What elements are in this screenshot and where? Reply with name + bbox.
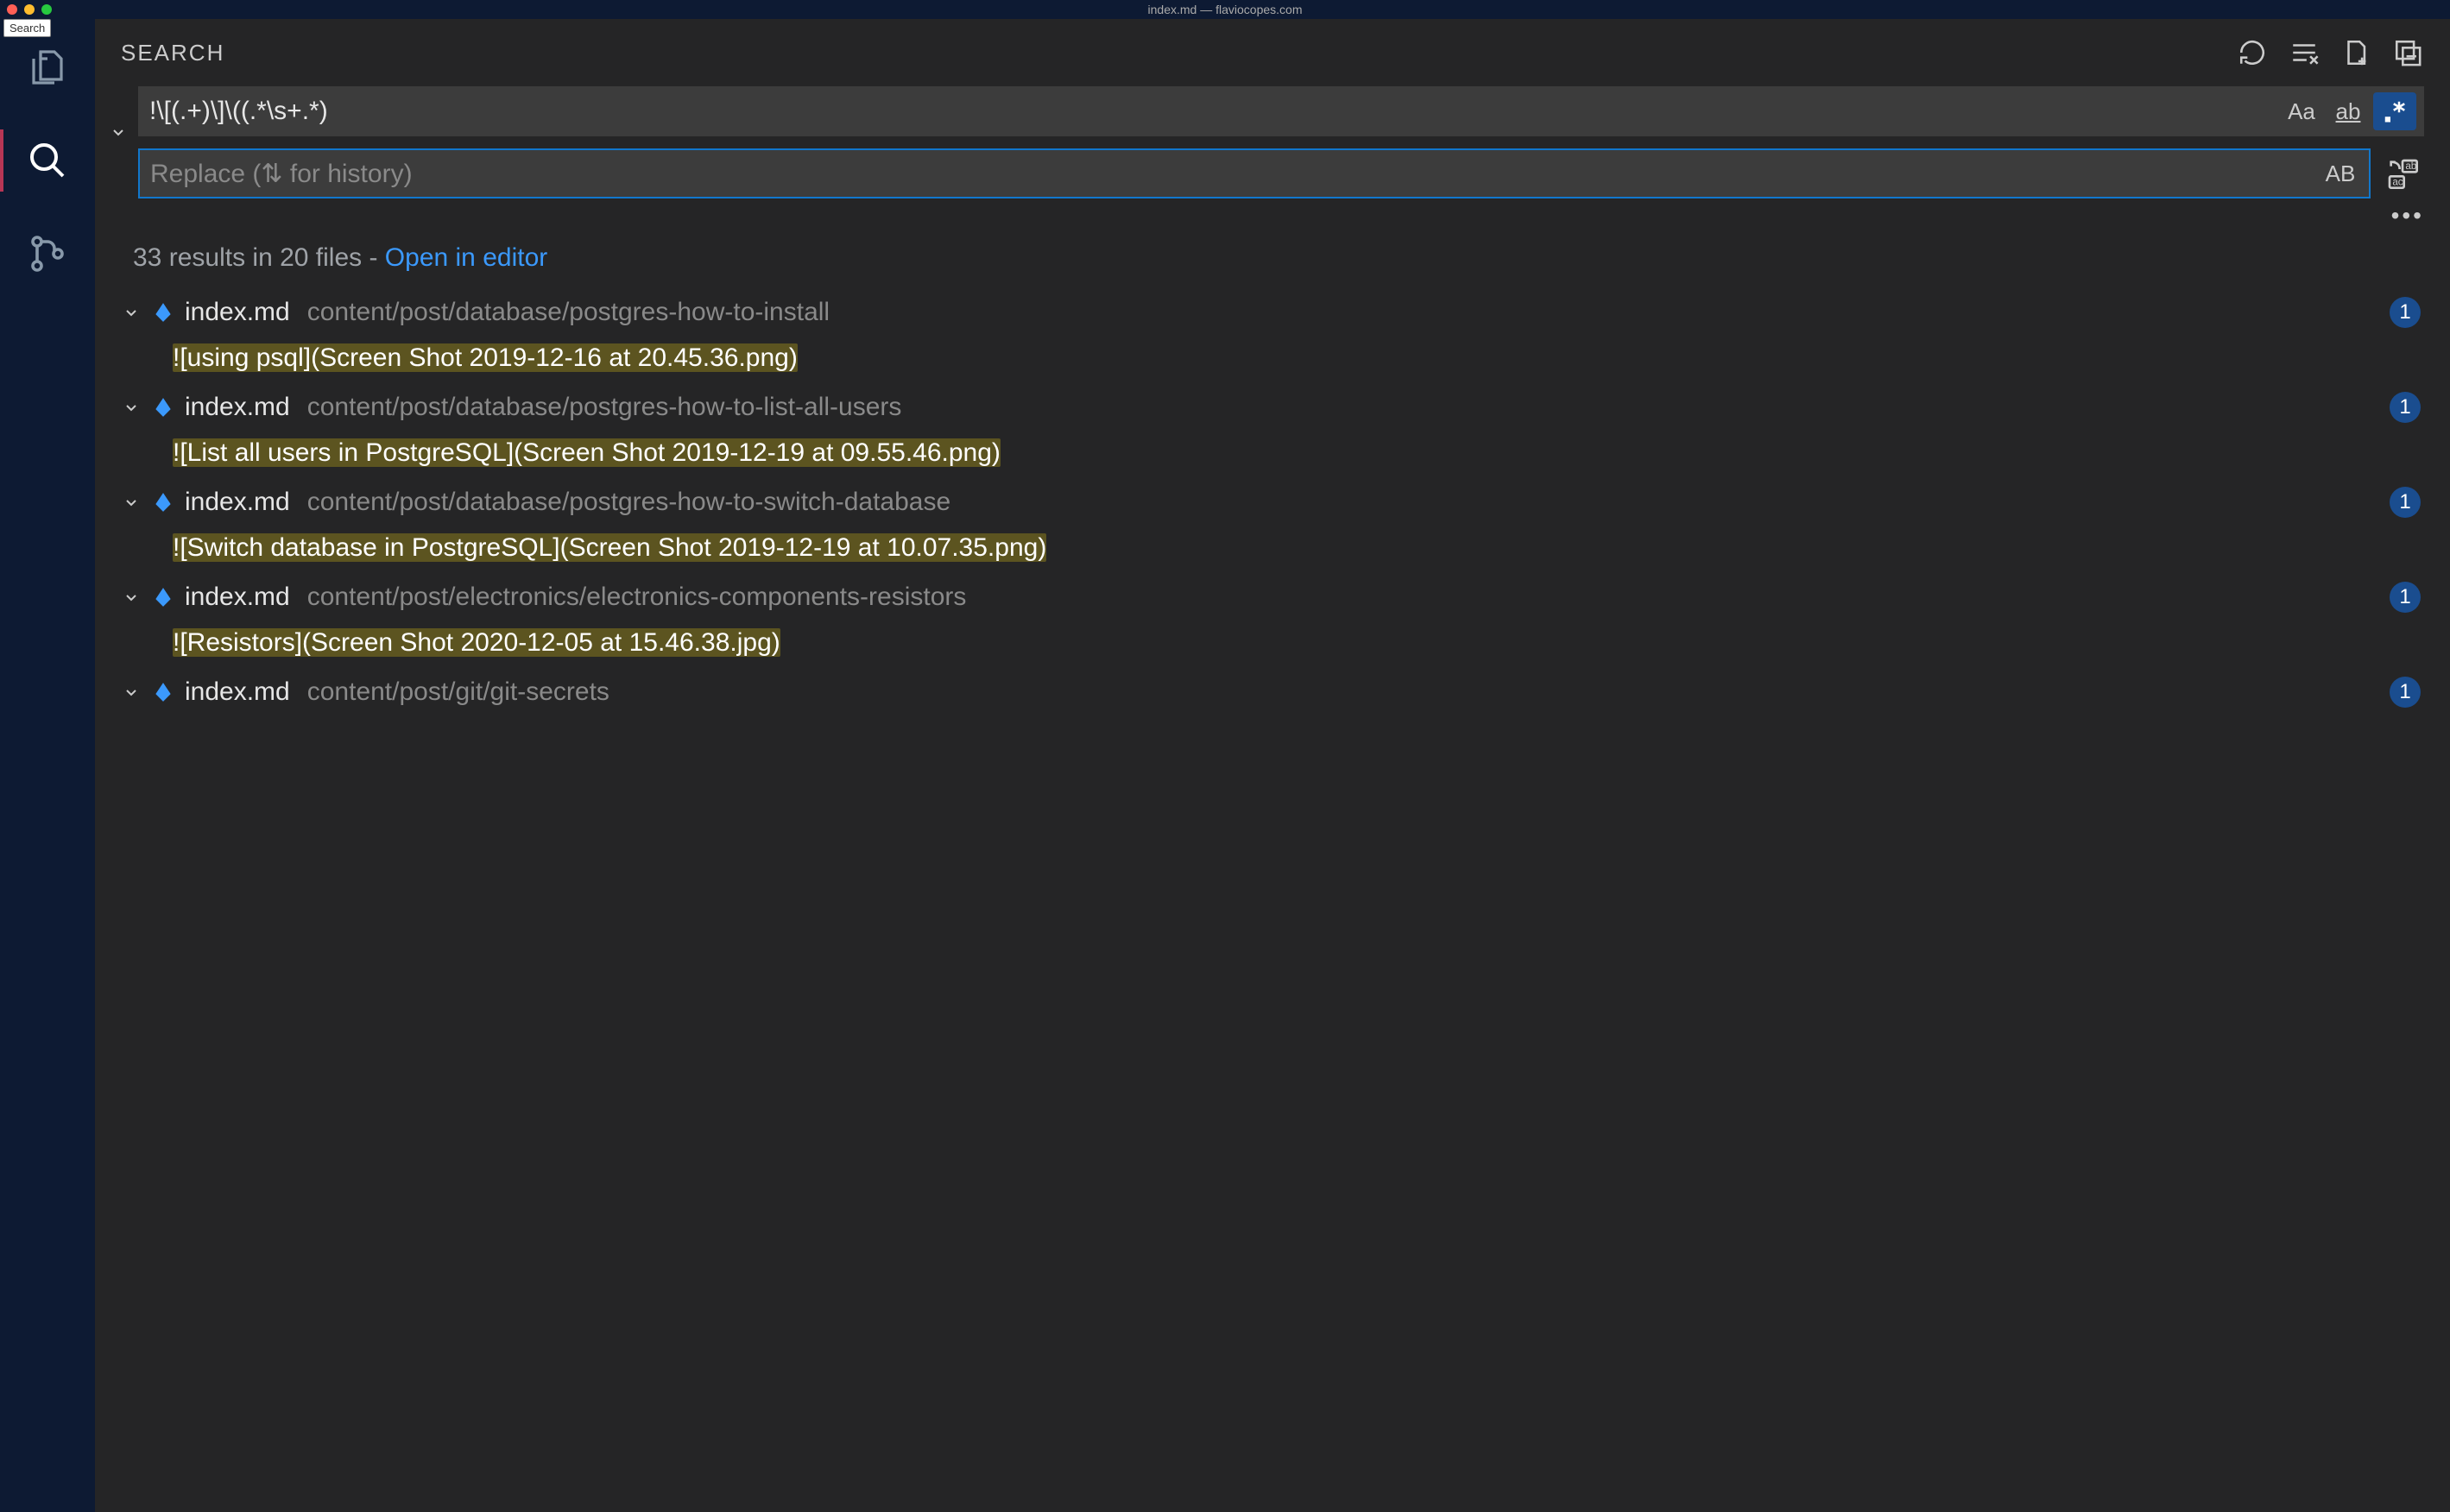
open-in-editor-link[interactable]: Open in editor <box>385 243 547 272</box>
panel-title: SEARCH <box>121 40 2236 66</box>
close-window-button[interactable] <box>7 4 17 15</box>
clear-results-icon[interactable] <box>2288 36 2321 69</box>
match-count-badge: 1 <box>2390 297 2421 328</box>
more-options-icon[interactable]: ••• <box>2391 202 2424 230</box>
svg-text:ac: ac <box>2392 176 2403 187</box>
activity-explorer[interactable] <box>23 43 72 91</box>
activity-bar <box>0 19 95 1512</box>
match-line[interactable]: ![Resistors](Screen Shot 2020-12-05 at 1… <box>104 621 2441 665</box>
maximize-window-button[interactable] <box>41 4 52 15</box>
file-group: index.md content/post/electronics/electro… <box>104 573 2441 665</box>
file-name: index.md <box>185 677 290 707</box>
chevron-down-icon <box>121 492 142 513</box>
match-count-badge: 1 <box>2390 392 2421 423</box>
match-highlight: ![List all users in PostgreSQL](Screen S… <box>173 438 1001 467</box>
preserve-case-toggle[interactable]: AB <box>2319 154 2362 192</box>
replace-input[interactable]: Replace (⇅ for history) AB <box>138 148 2371 198</box>
match-count-badge: 1 <box>2390 487 2421 518</box>
traffic-lights <box>7 4 52 15</box>
minimize-window-button[interactable] <box>24 4 35 15</box>
new-file-icon[interactable] <box>2339 36 2372 69</box>
search-input[interactable]: !\[(.+)\]\((.*\s+.*) Aa ab <box>138 86 2424 136</box>
chevron-down-icon <box>121 682 142 702</box>
chevron-down-icon <box>121 397 142 418</box>
file-path: content/post/git/git-secrets <box>307 677 2381 707</box>
match-case-toggle[interactable]: Aa <box>2280 92 2323 130</box>
file-name: index.md <box>185 393 290 422</box>
file-path: content/post/database/postgres-how-to-sw… <box>307 488 2381 517</box>
replace-all-icon[interactable]: ab ac <box>2381 148 2424 198</box>
file-name: index.md <box>185 298 290 327</box>
toggle-replace-icon[interactable] <box>104 86 133 178</box>
regex-toggle[interactable] <box>2373 92 2416 130</box>
match-line[interactable]: ![using psql](Screen Shot 2019-12-16 at … <box>104 337 2441 380</box>
svg-text:ab: ab <box>2405 161 2416 172</box>
window-title: index.md — flaviocopes.com <box>1148 3 1303 16</box>
file-path: content/post/electronics/electronics-com… <box>307 583 2381 612</box>
match-line[interactable]: ![List all users in PostgreSQL](Screen S… <box>104 432 2441 475</box>
file-path: content/post/database/postgres-how-to-li… <box>307 393 2381 422</box>
titlebar: index.md — flaviocopes.com <box>0 0 2450 19</box>
markdown-file-icon <box>150 584 176 610</box>
file-name: index.md <box>185 488 290 517</box>
file-group: index.md content/post/git/git-secrets 1 <box>104 668 2441 716</box>
results-summary: 33 results in 20 files - Open in editor <box>95 230 2450 280</box>
refresh-icon[interactable] <box>2236 36 2269 69</box>
match-count-badge: 1 <box>2390 677 2421 708</box>
file-group: index.md content/post/database/postgres-h… <box>104 383 2441 475</box>
file-path: content/post/database/postgres-how-to-in… <box>307 298 2381 327</box>
match-count-badge: 1 <box>2390 582 2421 613</box>
collapse-all-icon[interactable] <box>2391 36 2424 69</box>
search-panel: SEARCH <box>95 19 2450 1512</box>
file-header[interactable]: index.md content/post/electronics/electro… <box>104 573 2441 621</box>
results-list: index.md content/post/database/postgres-h… <box>95 280 2450 1512</box>
file-header[interactable]: index.md content/post/database/postgres-h… <box>104 383 2441 432</box>
file-header[interactable]: index.md content/post/database/postgres-h… <box>104 288 2441 337</box>
file-header[interactable]: index.md content/post/database/postgres-h… <box>104 478 2441 526</box>
whole-word-toggle[interactable]: ab <box>2327 92 2370 130</box>
search-tooltip: Search <box>3 19 51 37</box>
file-header[interactable]: index.md content/post/git/git-secrets 1 <box>104 668 2441 716</box>
activity-source-control[interactable] <box>23 230 72 278</box>
chevron-down-icon <box>121 302 142 323</box>
match-highlight: ![using psql](Screen Shot 2019-12-16 at … <box>173 343 798 372</box>
markdown-file-icon <box>150 489 176 515</box>
match-line[interactable]: ![Switch database in PostgreSQL](Screen … <box>104 526 2441 570</box>
match-highlight: ![Switch database in PostgreSQL](Screen … <box>173 533 1046 562</box>
match-highlight: ![Resistors](Screen Shot 2020-12-05 at 1… <box>173 628 780 657</box>
replace-placeholder: Replace (⇅ for history) <box>150 159 413 189</box>
file-name: index.md <box>185 583 290 612</box>
file-group: index.md content/post/database/postgres-h… <box>104 478 2441 570</box>
chevron-down-icon <box>121 587 142 608</box>
markdown-file-icon <box>150 394 176 420</box>
activity-search[interactable] <box>23 136 72 185</box>
search-input-value: !\[(.+)\]\((.*\s+.*) <box>149 97 328 126</box>
markdown-file-icon <box>150 299 176 325</box>
file-group: index.md content/post/database/postgres-h… <box>104 288 2441 380</box>
markdown-file-icon <box>150 679 176 705</box>
